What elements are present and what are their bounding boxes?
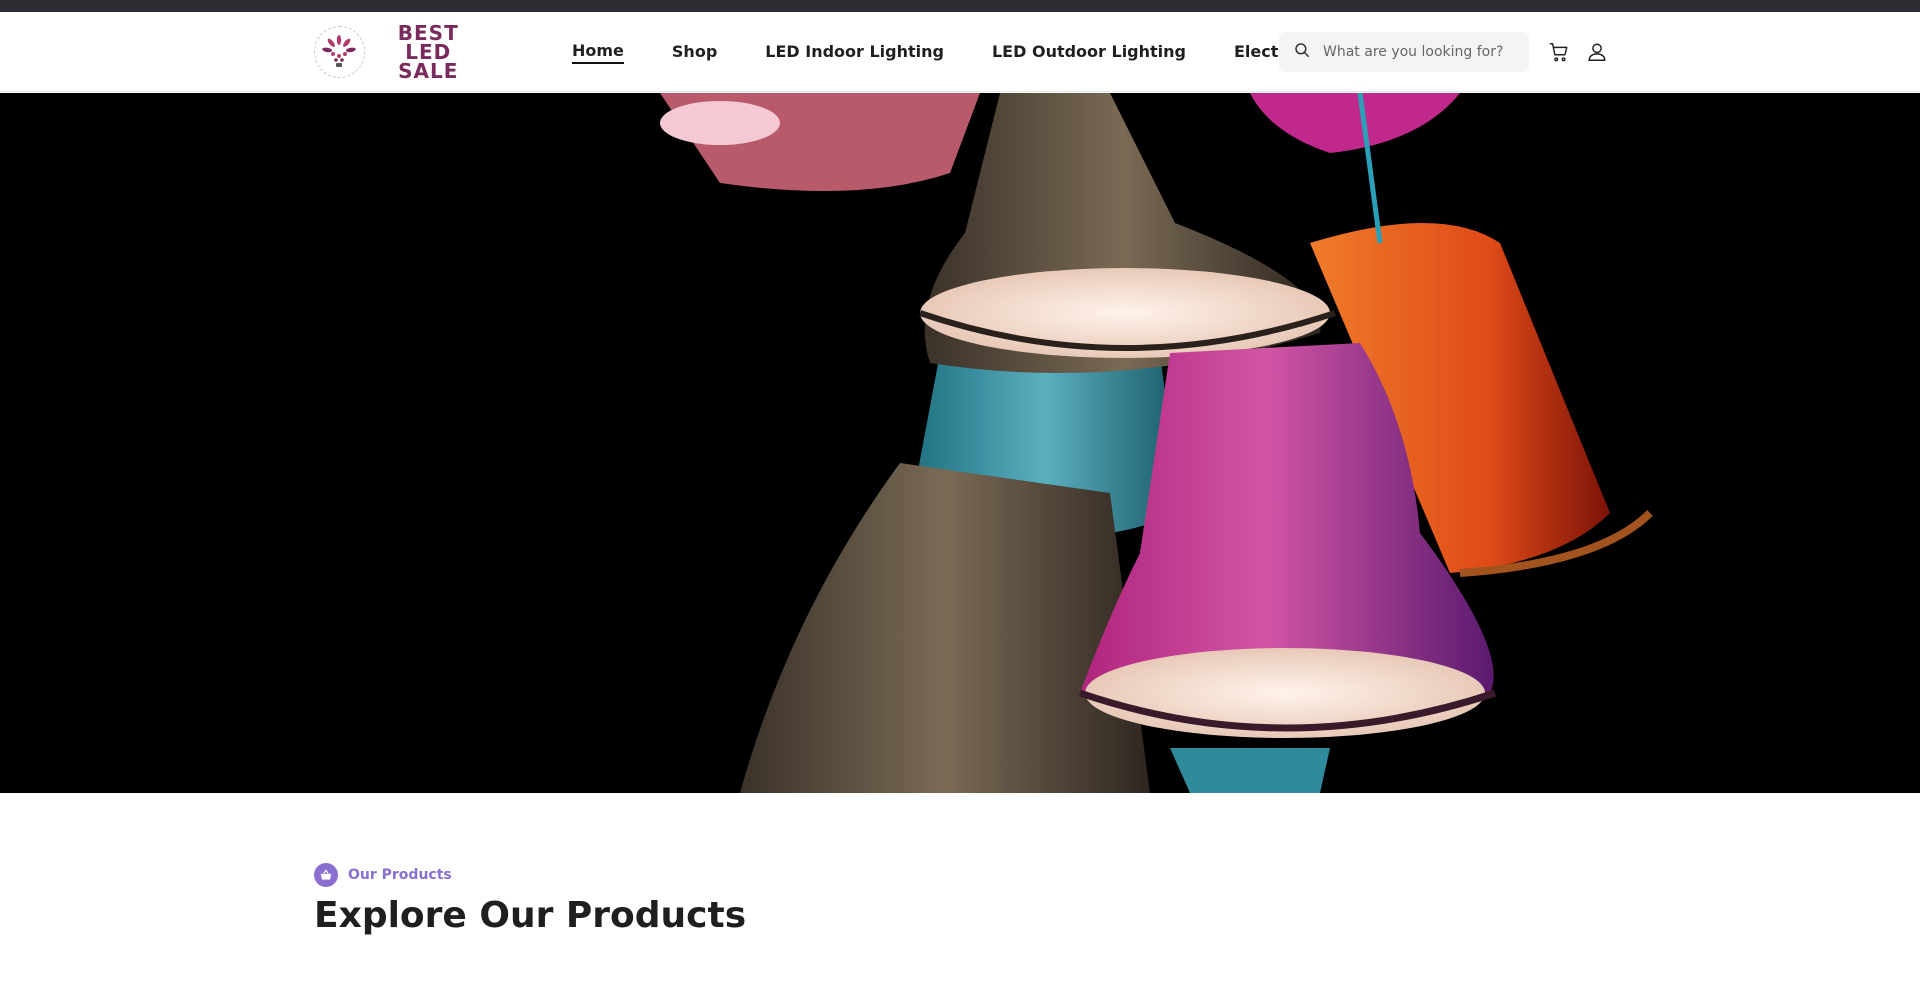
search-box[interactable] xyxy=(1279,32,1529,72)
search-input[interactable] xyxy=(1323,44,1513,60)
hero-banner xyxy=(0,93,1920,793)
hero-lampshades-image xyxy=(0,93,1920,793)
nav-item-shop[interactable]: Shop xyxy=(672,42,717,63)
site-logo[interactable]: BEST LED SALE xyxy=(314,20,485,83)
nav-item-led-indoor-lighting[interactable]: LED Indoor Lighting xyxy=(765,42,944,63)
section-title: Explore Our Products xyxy=(314,895,747,936)
nav-item-home[interactable]: Home xyxy=(572,41,624,64)
user-icon[interactable] xyxy=(1585,40,1609,64)
cart-icon[interactable] xyxy=(1547,40,1571,64)
top-strip xyxy=(0,0,1920,12)
nav-item-led-outdoor-lighting[interactable]: LED Outdoor Lighting xyxy=(992,42,1186,63)
site-header: BEST LED SALE Home Shop LED Indoor Light… xyxy=(0,12,1920,92)
main-nav: Home Shop LED Indoor Lighting LED Outdoo… xyxy=(572,12,1366,92)
section-tag: Our Products xyxy=(314,863,452,887)
shopping-basket-icon xyxy=(314,863,338,887)
logo-wordmark: BEST LED SALE xyxy=(373,20,485,83)
logo-line-1: BEST LED xyxy=(397,20,459,64)
logo-icon xyxy=(314,26,365,78)
logo-line-2: SALE xyxy=(398,58,459,83)
search-icon[interactable] xyxy=(1293,41,1311,63)
section-tag-label: Our Products xyxy=(348,867,452,883)
